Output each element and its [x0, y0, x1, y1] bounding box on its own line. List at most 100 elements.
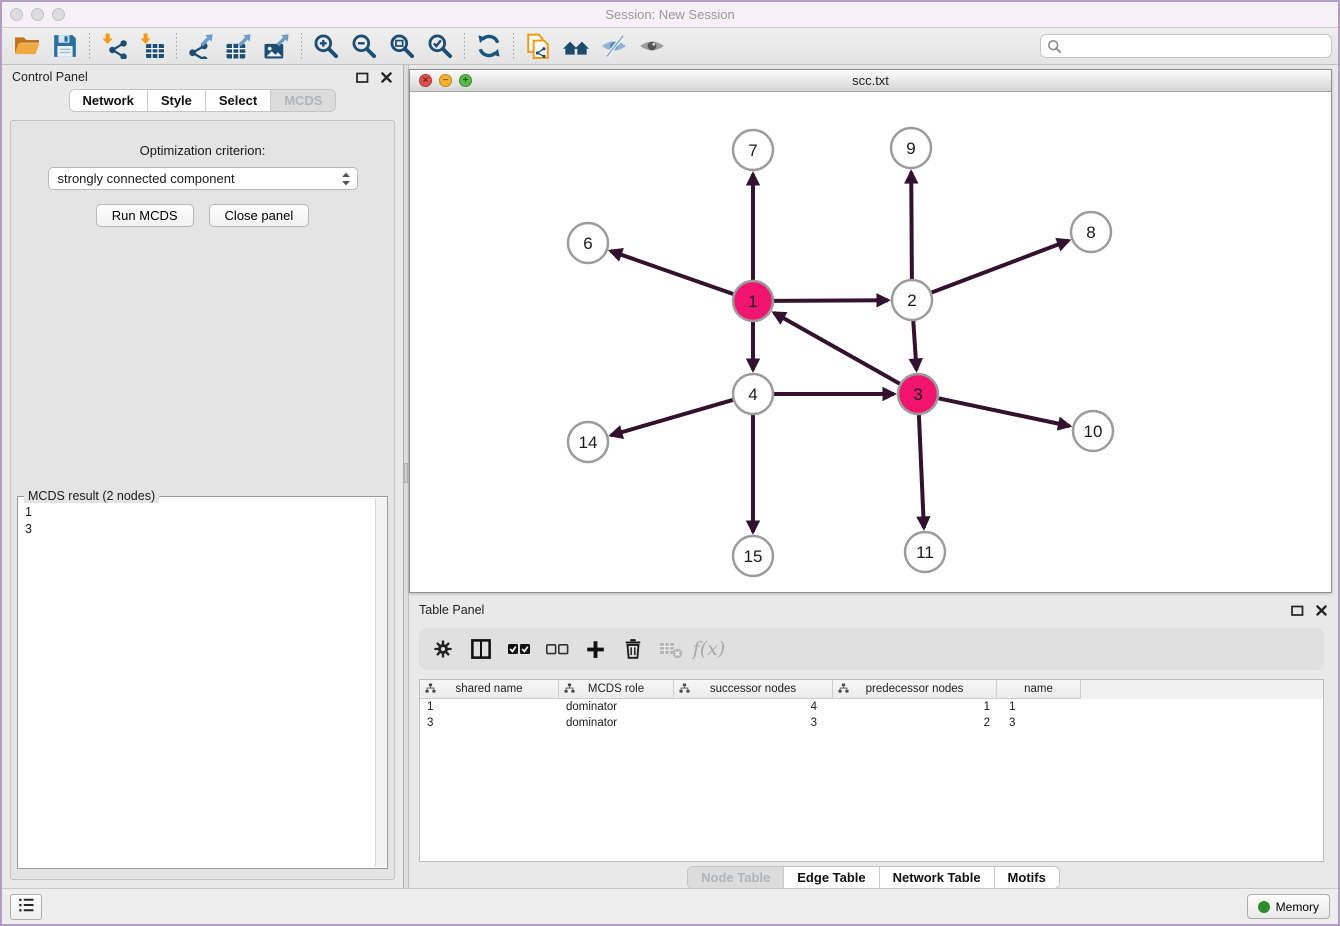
table-cell: 2: [833, 715, 997, 731]
column-header-successor-nodes[interactable]: successor nodes: [674, 680, 833, 699]
divider-grip[interactable]: [404, 463, 408, 483]
toolbar-separator: [176, 33, 177, 59]
home-button[interactable]: [557, 31, 595, 62]
tab-select[interactable]: Select: [206, 90, 271, 111]
task-history-button[interactable]: [10, 894, 42, 920]
run-mcds-button[interactable]: Run MCDS: [96, 204, 194, 227]
criterion-value: strongly connected component: [58, 171, 235, 186]
graph-edge-3-10[interactable]: [939, 398, 1070, 426]
graph-node-14[interactable]: 14: [568, 422, 608, 462]
column-chooser-button[interactable]: [465, 633, 497, 665]
table-cell: 3: [997, 715, 1081, 731]
tab-mcds[interactable]: MCDS: [271, 90, 335, 111]
criterion-dropdown[interactable]: strongly connected component: [48, 167, 358, 190]
search-input[interactable]: [1040, 34, 1332, 58]
columns-icon: [470, 638, 492, 660]
mcds-result-line: 3: [25, 521, 368, 538]
eye-slash-icon: [601, 33, 627, 59]
graph-edge-2-3[interactable]: [913, 321, 916, 370]
graph-node-6[interactable]: 6: [568, 223, 608, 263]
checked-boxes-icon: [507, 637, 531, 661]
graph-edge-4-14[interactable]: [611, 400, 733, 435]
svg-text:2: 2: [907, 291, 916, 310]
table-tab-edge-table[interactable]: Edge Table: [784, 867, 879, 888]
column-header-predecessor-nodes[interactable]: predecessor nodes: [833, 680, 997, 699]
delete-column-button[interactable]: [617, 633, 649, 665]
graph-edge-2-8[interactable]: [932, 241, 1069, 293]
export-network-button[interactable]: [182, 31, 220, 62]
close-table-panel-icon[interactable]: [1314, 603, 1328, 617]
refresh-button[interactable]: [470, 31, 508, 62]
zoom-selected-button[interactable]: [421, 31, 459, 62]
export-image-button[interactable]: [258, 31, 296, 62]
zoom-in-button[interactable]: [307, 31, 345, 62]
open-session-button[interactable]: [8, 31, 46, 62]
graph-node-1[interactable]: 1: [733, 281, 773, 321]
table-tab-network-table[interactable]: Network Table: [880, 867, 995, 888]
zoom-fit-button[interactable]: [383, 31, 421, 62]
graph-node-11[interactable]: 11: [905, 532, 945, 572]
graph-node-9[interactable]: 9: [891, 128, 931, 168]
graph-node-3[interactable]: 3: [898, 374, 938, 414]
mcds-result-line: 1: [25, 504, 368, 521]
float-table-panel-icon[interactable]: [1290, 603, 1304, 617]
table-tab-motifs[interactable]: Motifs: [995, 867, 1059, 888]
graph-edge-1-2[interactable]: [774, 300, 888, 301]
main-area: Control Panel NetworkStyleSelectMCDS Opt…: [2, 65, 1338, 888]
close-panel-button[interactable]: Close panel: [209, 204, 310, 227]
tab-style[interactable]: Style: [148, 90, 206, 111]
add-column-button[interactable]: [579, 633, 611, 665]
zoom-out-button[interactable]: [345, 31, 383, 62]
import-table-button[interactable]: [133, 31, 171, 62]
titlebar: Session: New Session: [2, 2, 1338, 28]
graph-edge-3-1[interactable]: [774, 313, 900, 384]
table-settings-button[interactable]: [427, 633, 459, 665]
function-builder-button: f(x): [693, 633, 725, 665]
column-header-MCDS-role[interactable]: MCDS role: [559, 680, 674, 699]
sitemap-icon: [838, 683, 849, 694]
copy-network-button[interactable]: [519, 31, 557, 62]
graph-node-7[interactable]: 7: [733, 130, 773, 170]
table-tab-node-table[interactable]: Node Table: [688, 867, 784, 888]
graph-edge-2-9[interactable]: [911, 172, 912, 279]
close-panel-icon[interactable]: [379, 70, 393, 84]
mcds-result-scrollbar[interactable]: [375, 498, 387, 867]
graph-edge-1-6[interactable]: [611, 251, 734, 294]
graph-edge-3-11[interactable]: [919, 415, 924, 528]
table-cell: 1: [420, 699, 559, 715]
import-network-button[interactable]: [95, 31, 133, 62]
graph-node-2[interactable]: 2: [892, 280, 932, 320]
graph-node-15[interactable]: 15: [733, 536, 773, 576]
network-canvas[interactable]: 7 9 6 8 1 2 4 3 14 10 15 11: [410, 92, 1331, 592]
table-row[interactable]: 1dominator411: [420, 699, 1323, 715]
mcds-result-list: 13: [19, 502, 374, 867]
svg-text:7: 7: [748, 141, 757, 160]
select-all-button[interactable]: [503, 633, 535, 665]
table-toolbar: f(x): [419, 628, 1324, 670]
memory-button[interactable]: Memory: [1247, 894, 1330, 919]
hide-selected-button[interactable]: [595, 31, 633, 62]
mcds-panel-body: Optimization criterion: strongly connect…: [10, 120, 395, 880]
table-row[interactable]: 3dominator323: [420, 715, 1323, 731]
dropdown-stepper-icon: [340, 171, 352, 190]
graph-node-4[interactable]: 4: [733, 374, 773, 414]
svg-text:6: 6: [583, 234, 592, 253]
home-icon: [563, 33, 589, 59]
column-header-shared-name[interactable]: shared name: [420, 680, 559, 699]
graph-node-8[interactable]: 8: [1071, 212, 1111, 252]
show-all-button[interactable]: [633, 31, 671, 62]
svg-text:14: 14: [579, 433, 598, 452]
tab-network[interactable]: Network: [70, 90, 148, 111]
zoom-in-icon: [313, 33, 339, 59]
sitemap-icon: [679, 683, 690, 694]
column-header-name[interactable]: name: [997, 680, 1081, 699]
toolbar-separator: [89, 33, 90, 59]
export-table-button[interactable]: [220, 31, 258, 62]
deselect-all-button[interactable]: [541, 633, 573, 665]
table-panel-title: Table Panel: [419, 603, 484, 617]
float-panel-icon[interactable]: [355, 70, 369, 84]
save-session-button[interactable]: [46, 31, 84, 62]
mcds-result-box: MCDS result (2 nodes) 13: [17, 496, 388, 869]
trash-icon: [622, 638, 644, 660]
graph-node-10[interactable]: 10: [1073, 411, 1113, 451]
